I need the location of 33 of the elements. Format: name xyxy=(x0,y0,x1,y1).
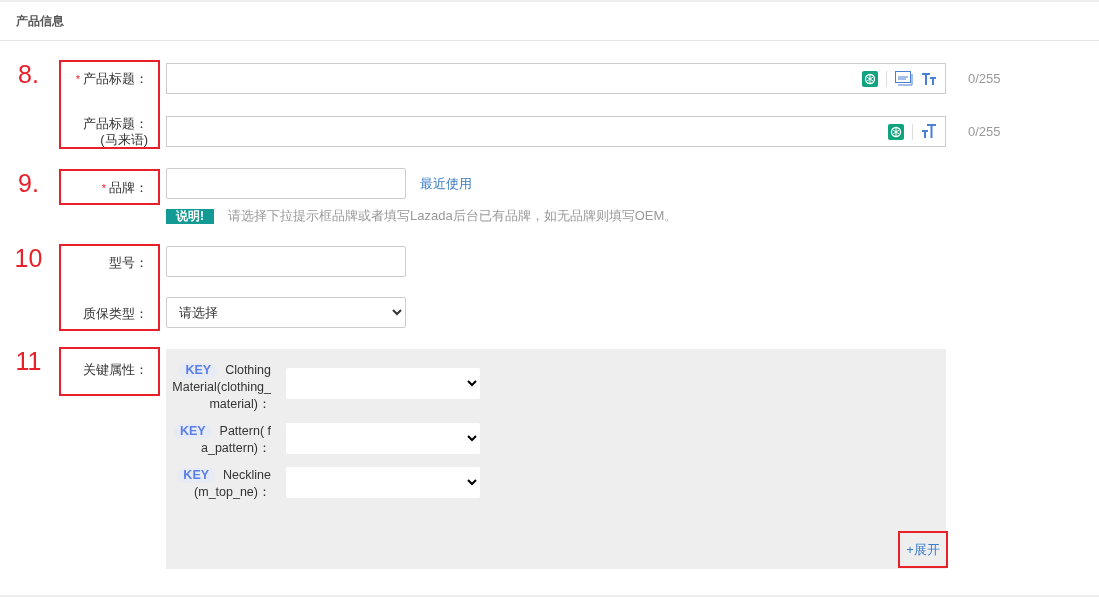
title-field[interactable] xyxy=(166,63,946,94)
annotation-number: 8. xyxy=(17,62,40,87)
brand-input[interactable] xyxy=(166,168,406,199)
text-box-icon[interactable] xyxy=(895,71,913,86)
field-label: 型号： xyxy=(109,254,148,271)
section-title: 产品信息 xyxy=(16,12,64,30)
attribute-select[interactable] xyxy=(286,467,480,498)
annotation-number: 11 xyxy=(14,349,43,374)
field-label: * 产品标题： xyxy=(75,70,148,87)
title-field[interactable] xyxy=(166,116,946,147)
ai-icon[interactable] xyxy=(888,123,904,140)
annotation-number: 9. xyxy=(17,171,40,196)
font-size-icon[interactable] xyxy=(921,71,937,86)
attribute-label: KEY Clothing Material(clothing_material)： xyxy=(171,362,271,413)
model-input[interactable] xyxy=(166,246,406,277)
recent-link[interactable]: 最近使用 xyxy=(420,174,472,193)
field-label: * 品牌： xyxy=(101,179,148,196)
attribute-select[interactable] xyxy=(286,423,480,454)
note-text: 请选择下拉提示框品牌或者填写Lazada后台已有品牌，如无品牌则填写OEM。 xyxy=(228,207,678,225)
ai-icon[interactable] xyxy=(862,70,878,87)
font-case-icon[interactable] xyxy=(921,124,937,139)
annotation-number: 10 xyxy=(13,246,44,271)
field-label: 产品标题： (马来语) xyxy=(83,115,148,148)
field-label: 关键属性： xyxy=(83,362,148,378)
character-counter: 0/255 xyxy=(968,71,1001,86)
warranty-select[interactable]: 请选择 xyxy=(166,297,406,328)
character-counter: 0/255 xyxy=(968,124,1001,139)
attribute-label: KEY Neckline(m_top_ne)： xyxy=(171,467,271,501)
note-badge: 说明! xyxy=(166,208,214,224)
attribute-label: KEY Pattern( fa_pattern)： xyxy=(171,423,271,457)
expand-link[interactable]: +展开 xyxy=(906,540,940,559)
field-label: 质保类型： xyxy=(83,305,148,322)
attribute-select[interactable] xyxy=(286,368,480,399)
